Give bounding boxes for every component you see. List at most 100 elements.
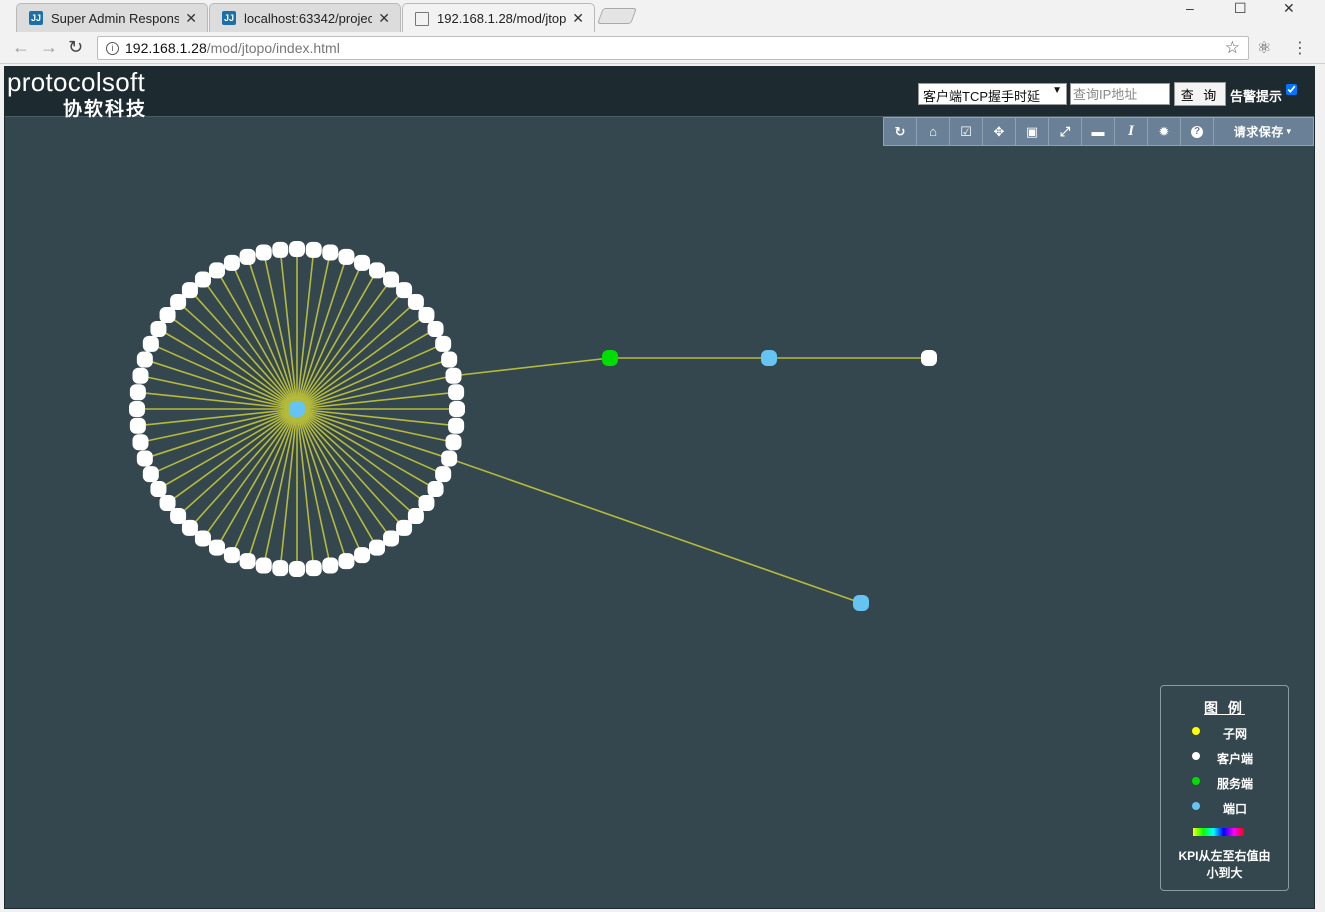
image-button[interactable]: ▣ (1016, 118, 1049, 145)
client-node[interactable] (383, 530, 400, 547)
client-node[interactable] (338, 553, 355, 570)
window-close-icon[interactable]: ✕ (1283, 0, 1295, 17)
close-icon[interactable]: ✕ (378, 10, 390, 27)
client-node[interactable] (136, 450, 153, 467)
client-node[interactable] (289, 561, 305, 577)
client-node[interactable] (435, 335, 452, 352)
client-node[interactable] (445, 367, 462, 384)
client-node[interactable] (129, 384, 146, 401)
client-node[interactable] (150, 481, 167, 497)
close-icon[interactable]: ✕ (572, 10, 584, 27)
menu-icon[interactable]: ⋮ (1292, 38, 1308, 58)
refresh-button[interactable]: ↻ (884, 118, 917, 145)
client-node[interactable] (223, 547, 240, 564)
minimize-icon[interactable]: ‒ (1186, 0, 1194, 16)
close-icon[interactable]: ✕ (185, 10, 197, 27)
client-node[interactable] (170, 508, 187, 525)
client-node[interactable] (921, 350, 937, 366)
client-node[interactable] (132, 434, 149, 451)
client-node[interactable] (354, 254, 371, 271)
client-node[interactable] (427, 481, 444, 497)
client-node[interactable] (449, 401, 465, 417)
client-node[interactable] (132, 367, 149, 384)
client-node[interactable] (354, 547, 371, 564)
browser-tab-super-admin[interactable]: JJ Super Admin Responsi ✕ (16, 3, 208, 32)
new-tab-button[interactable] (597, 8, 637, 24)
client-node[interactable] (435, 466, 452, 483)
topology-canvas[interactable] (5, 67, 1315, 909)
client-node[interactable] (239, 248, 256, 265)
client-node[interactable] (209, 262, 225, 279)
port-node[interactable] (853, 595, 869, 611)
client-node[interactable] (338, 248, 355, 265)
client-node[interactable] (396, 519, 413, 536)
client-node[interactable] (129, 417, 146, 434)
client-node[interactable] (194, 530, 211, 547)
back-icon[interactable]: ← (12, 37, 30, 58)
legend-item-server: 服务端 (1161, 773, 1288, 791)
client-node[interactable] (159, 495, 176, 512)
client-node[interactable] (418, 306, 435, 323)
client-node[interactable] (159, 306, 176, 323)
fullscreen-button[interactable]: ⤢ (1049, 118, 1082, 145)
client-node[interactable] (369, 262, 385, 279)
client-node[interactable] (448, 384, 465, 401)
client-node[interactable] (272, 241, 289, 258)
client-node[interactable] (441, 450, 458, 467)
client-node[interactable] (305, 241, 322, 258)
info-icon[interactable]: i (106, 41, 119, 55)
metric-select-value: 客户端TCP握手时延 (923, 89, 1041, 104)
client-node[interactable] (129, 401, 145, 417)
ip-search-input[interactable] (1070, 83, 1170, 105)
browser-tab-jtopo[interactable]: 192.168.1.28/mod/jtop ✕ (402, 3, 595, 33)
save-request-button[interactable]: 请求保存 ▼ (1214, 118, 1313, 145)
client-node[interactable] (441, 351, 458, 368)
home-button[interactable]: ⌂ (917, 118, 950, 145)
forward-icon[interactable]: → (40, 37, 58, 58)
extension-icon[interactable]: ⚛ (1257, 38, 1271, 58)
client-node[interactable] (322, 244, 339, 261)
client-node[interactable] (239, 553, 256, 570)
client-node[interactable] (383, 271, 400, 288)
client-node[interactable] (194, 271, 211, 288)
client-node[interactable] (448, 417, 465, 434)
italic-button[interactable]: I (1115, 118, 1148, 145)
client-node[interactable] (289, 241, 305, 257)
client-node[interactable] (209, 539, 225, 556)
client-node[interactable] (136, 351, 153, 368)
port-node[interactable] (289, 401, 305, 417)
client-node[interactable] (407, 293, 424, 310)
client-node[interactable] (418, 495, 435, 512)
server-node[interactable] (602, 350, 618, 366)
comment-button[interactable]: ▬ (1082, 118, 1115, 145)
client-node[interactable] (142, 466, 159, 483)
legend-label: 客户端 (1216, 752, 1253, 766)
query-button[interactable]: 查 询 (1174, 82, 1226, 106)
topology-app: protocolsoft 协软科技 客户端TCP握手时延 ▼ 查 询 告警提示 … (4, 66, 1315, 909)
client-node[interactable] (305, 560, 322, 577)
help-button[interactable]: ? (1181, 118, 1214, 145)
metric-select[interactable]: 客户端TCP握手时延 ▼ (918, 83, 1067, 105)
client-node[interactable] (142, 335, 159, 352)
client-node[interactable] (322, 557, 339, 574)
check-button[interactable]: ☑ (950, 118, 983, 145)
move-button[interactable]: ✥ (983, 118, 1016, 145)
client-node[interactable] (445, 434, 462, 451)
client-node[interactable] (181, 282, 198, 299)
client-node[interactable] (369, 539, 385, 556)
alarm-checkbox[interactable] (1286, 84, 1297, 95)
address-bar[interactable]: i 192.168.1.28/mod/jtopo/index.html ☆ (97, 36, 1249, 60)
browser-toolbar: ← → ↻ i 192.168.1.28/mod/jtopo/index.htm… (0, 32, 1325, 64)
maximize-icon[interactable]: ☐ (1234, 0, 1247, 17)
client-node[interactable] (272, 560, 289, 577)
reload-icon[interactable]: ↻ (68, 37, 83, 58)
port-node[interactable] (761, 350, 777, 366)
bookmark-star-icon[interactable]: ☆ (1225, 38, 1240, 58)
client-node[interactable] (255, 244, 272, 261)
settings-button[interactable]: ✹ (1148, 118, 1181, 145)
client-node[interactable] (427, 321, 444, 337)
client-node[interactable] (150, 321, 167, 337)
client-node[interactable] (255, 557, 272, 574)
client-node[interactable] (223, 254, 240, 271)
browser-tab-localhost[interactable]: JJ localhost:63342/projec ✕ (209, 3, 401, 32)
